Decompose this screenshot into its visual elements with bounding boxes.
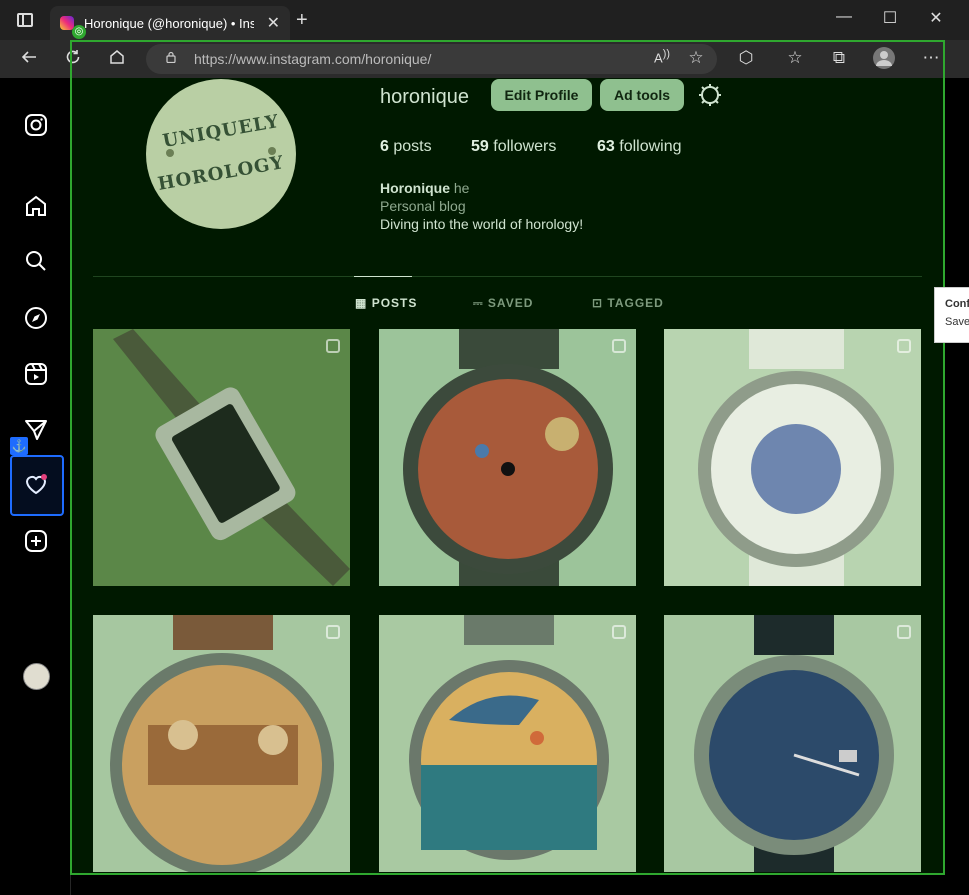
bookmark-icon: ⎓ (473, 296, 484, 310)
read-aloud-icon[interactable]: A)) (650, 48, 674, 65)
following-label: following (619, 138, 682, 155)
post-tile-6[interactable] (664, 615, 921, 872)
grid-icon: ▦ (355, 296, 368, 310)
notifications-highlight (10, 455, 64, 516)
multi-post-icon (326, 339, 340, 353)
active-tab-indicator (354, 276, 412, 277)
tab-title: Horonique (@horonique) • Instagram (84, 16, 254, 31)
post-tile-1[interactable] (93, 329, 350, 586)
nav-home-icon[interactable] (22, 192, 52, 222)
avatar-text-2: HOROLOGY (156, 152, 286, 195)
avatar-dot (268, 147, 276, 155)
nav-explore-icon[interactable] (22, 304, 52, 334)
instagram-logo-icon[interactable] (22, 111, 52, 141)
bio-name-line: Horonique he (380, 180, 469, 196)
tag-icon: ⊡ (592, 296, 604, 310)
profile-username: horonique (380, 86, 469, 108)
more-icon[interactable]: ⋯ (919, 48, 943, 68)
multi-post-icon (326, 625, 340, 639)
lock-icon[interactable] (166, 51, 176, 63)
posts-stat: 6 posts (380, 138, 432, 156)
post-tile-5[interactable] (379, 615, 636, 872)
display-name: Horonique (380, 180, 450, 196)
tooltip-line-2: Save (945, 316, 969, 328)
collections-icon[interactable]: ⧉ (827, 48, 851, 68)
tooltip-line-1: Conf (945, 298, 969, 310)
tab-posts[interactable]: ▦ POSTS (355, 296, 417, 310)
url-path: /horonique/ (361, 51, 432, 67)
maximize-icon[interactable]: ☐ (875, 8, 905, 28)
settings-gear-icon[interactable] (698, 83, 722, 107)
followers-count: 59 (471, 138, 489, 155)
multi-post-icon (897, 339, 911, 353)
post-image-1 (93, 329, 350, 586)
tab-saved[interactable]: ⎓ SAVED (473, 296, 533, 311)
nav-profile-avatar[interactable] (23, 663, 50, 690)
post-image-5 (379, 615, 636, 872)
automation-badge-icon: ◎ (72, 25, 86, 39)
post-image-3 (664, 329, 921, 586)
window-close-icon[interactable]: ✕ (921, 8, 951, 28)
multi-post-icon (612, 339, 626, 353)
profile-icon[interactable] (872, 46, 896, 75)
tab-close-icon[interactable]: ✕ (267, 13, 280, 33)
post-image-4 (93, 615, 350, 872)
following-stat[interactable]: 63 following (597, 138, 682, 156)
posts-label: posts (393, 138, 432, 155)
followers-label: followers (493, 138, 557, 155)
multi-post-icon (897, 625, 911, 639)
nav-reels-icon[interactable] (22, 360, 52, 390)
post-tile-2[interactable] (379, 329, 636, 586)
refresh-icon[interactable] (61, 48, 85, 71)
add-favorite-icon[interactable]: ☆ (684, 48, 708, 68)
pronouns: he (453, 180, 470, 196)
address-bar[interactable]: https://www.instagram.com/horonique/ A))… (146, 44, 717, 74)
post-tile-4[interactable] (93, 615, 350, 872)
ad-tools-button[interactable]: Ad tools (600, 79, 684, 111)
avatar-dot (166, 149, 174, 157)
anchor-icon: ⚓ (10, 437, 28, 455)
posts-count: 6 (380, 138, 389, 155)
post-image-2 (379, 329, 636, 586)
profile-avatar[interactable]: UNIQUELY HOROLOGY (146, 79, 296, 229)
browser-toolbar: https://www.instagram.com/horonique/ A))… (0, 40, 969, 78)
tab-posts-label: POSTS (371, 296, 418, 310)
new-tab-icon[interactable]: + (296, 9, 308, 32)
home-icon[interactable] (105, 48, 129, 71)
url-text[interactable]: https://www.instagram.com/horonique/ (194, 51, 431, 67)
extensions-icon[interactable]: ⬡ (734, 48, 758, 68)
bio-text: Diving into the world of horology! (380, 216, 584, 232)
followers-stat[interactable]: 59 followers (471, 138, 556, 156)
profile-divider (93, 276, 922, 277)
favorites-icon[interactable]: ☆ (783, 48, 807, 68)
tab-actions-icon[interactable] (17, 13, 33, 27)
tab-saved-label: SAVED (487, 296, 534, 310)
tab-tagged[interactable]: ⊡ TAGGED (592, 296, 664, 310)
post-image-6 (664, 615, 921, 872)
edit-profile-button[interactable]: Edit Profile (491, 79, 592, 111)
bio-category: Personal blog (380, 198, 466, 214)
back-icon[interactable] (17, 48, 41, 71)
multi-post-icon (612, 625, 626, 639)
browser-tab[interactable]: Horonique (@horonique) • Instagram ✕ (50, 6, 290, 40)
post-tile-3[interactable] (664, 329, 921, 586)
following-count: 63 (597, 138, 615, 155)
nav-search-icon[interactable] (22, 247, 52, 277)
url-host: https://www.instagram.com (194, 51, 362, 67)
tab-tagged-label: TAGGED (607, 296, 664, 310)
profile-page: UNIQUELY HOROLOGY horonique Edit Profile… (71, 78, 944, 874)
tooltip: Conf Save (934, 287, 969, 343)
minimize-icon[interactable]: — (829, 8, 859, 26)
browser-titlebar: Horonique (@horonique) • Instagram ✕ + —… (0, 0, 969, 40)
nav-create-icon[interactable] (22, 527, 52, 557)
